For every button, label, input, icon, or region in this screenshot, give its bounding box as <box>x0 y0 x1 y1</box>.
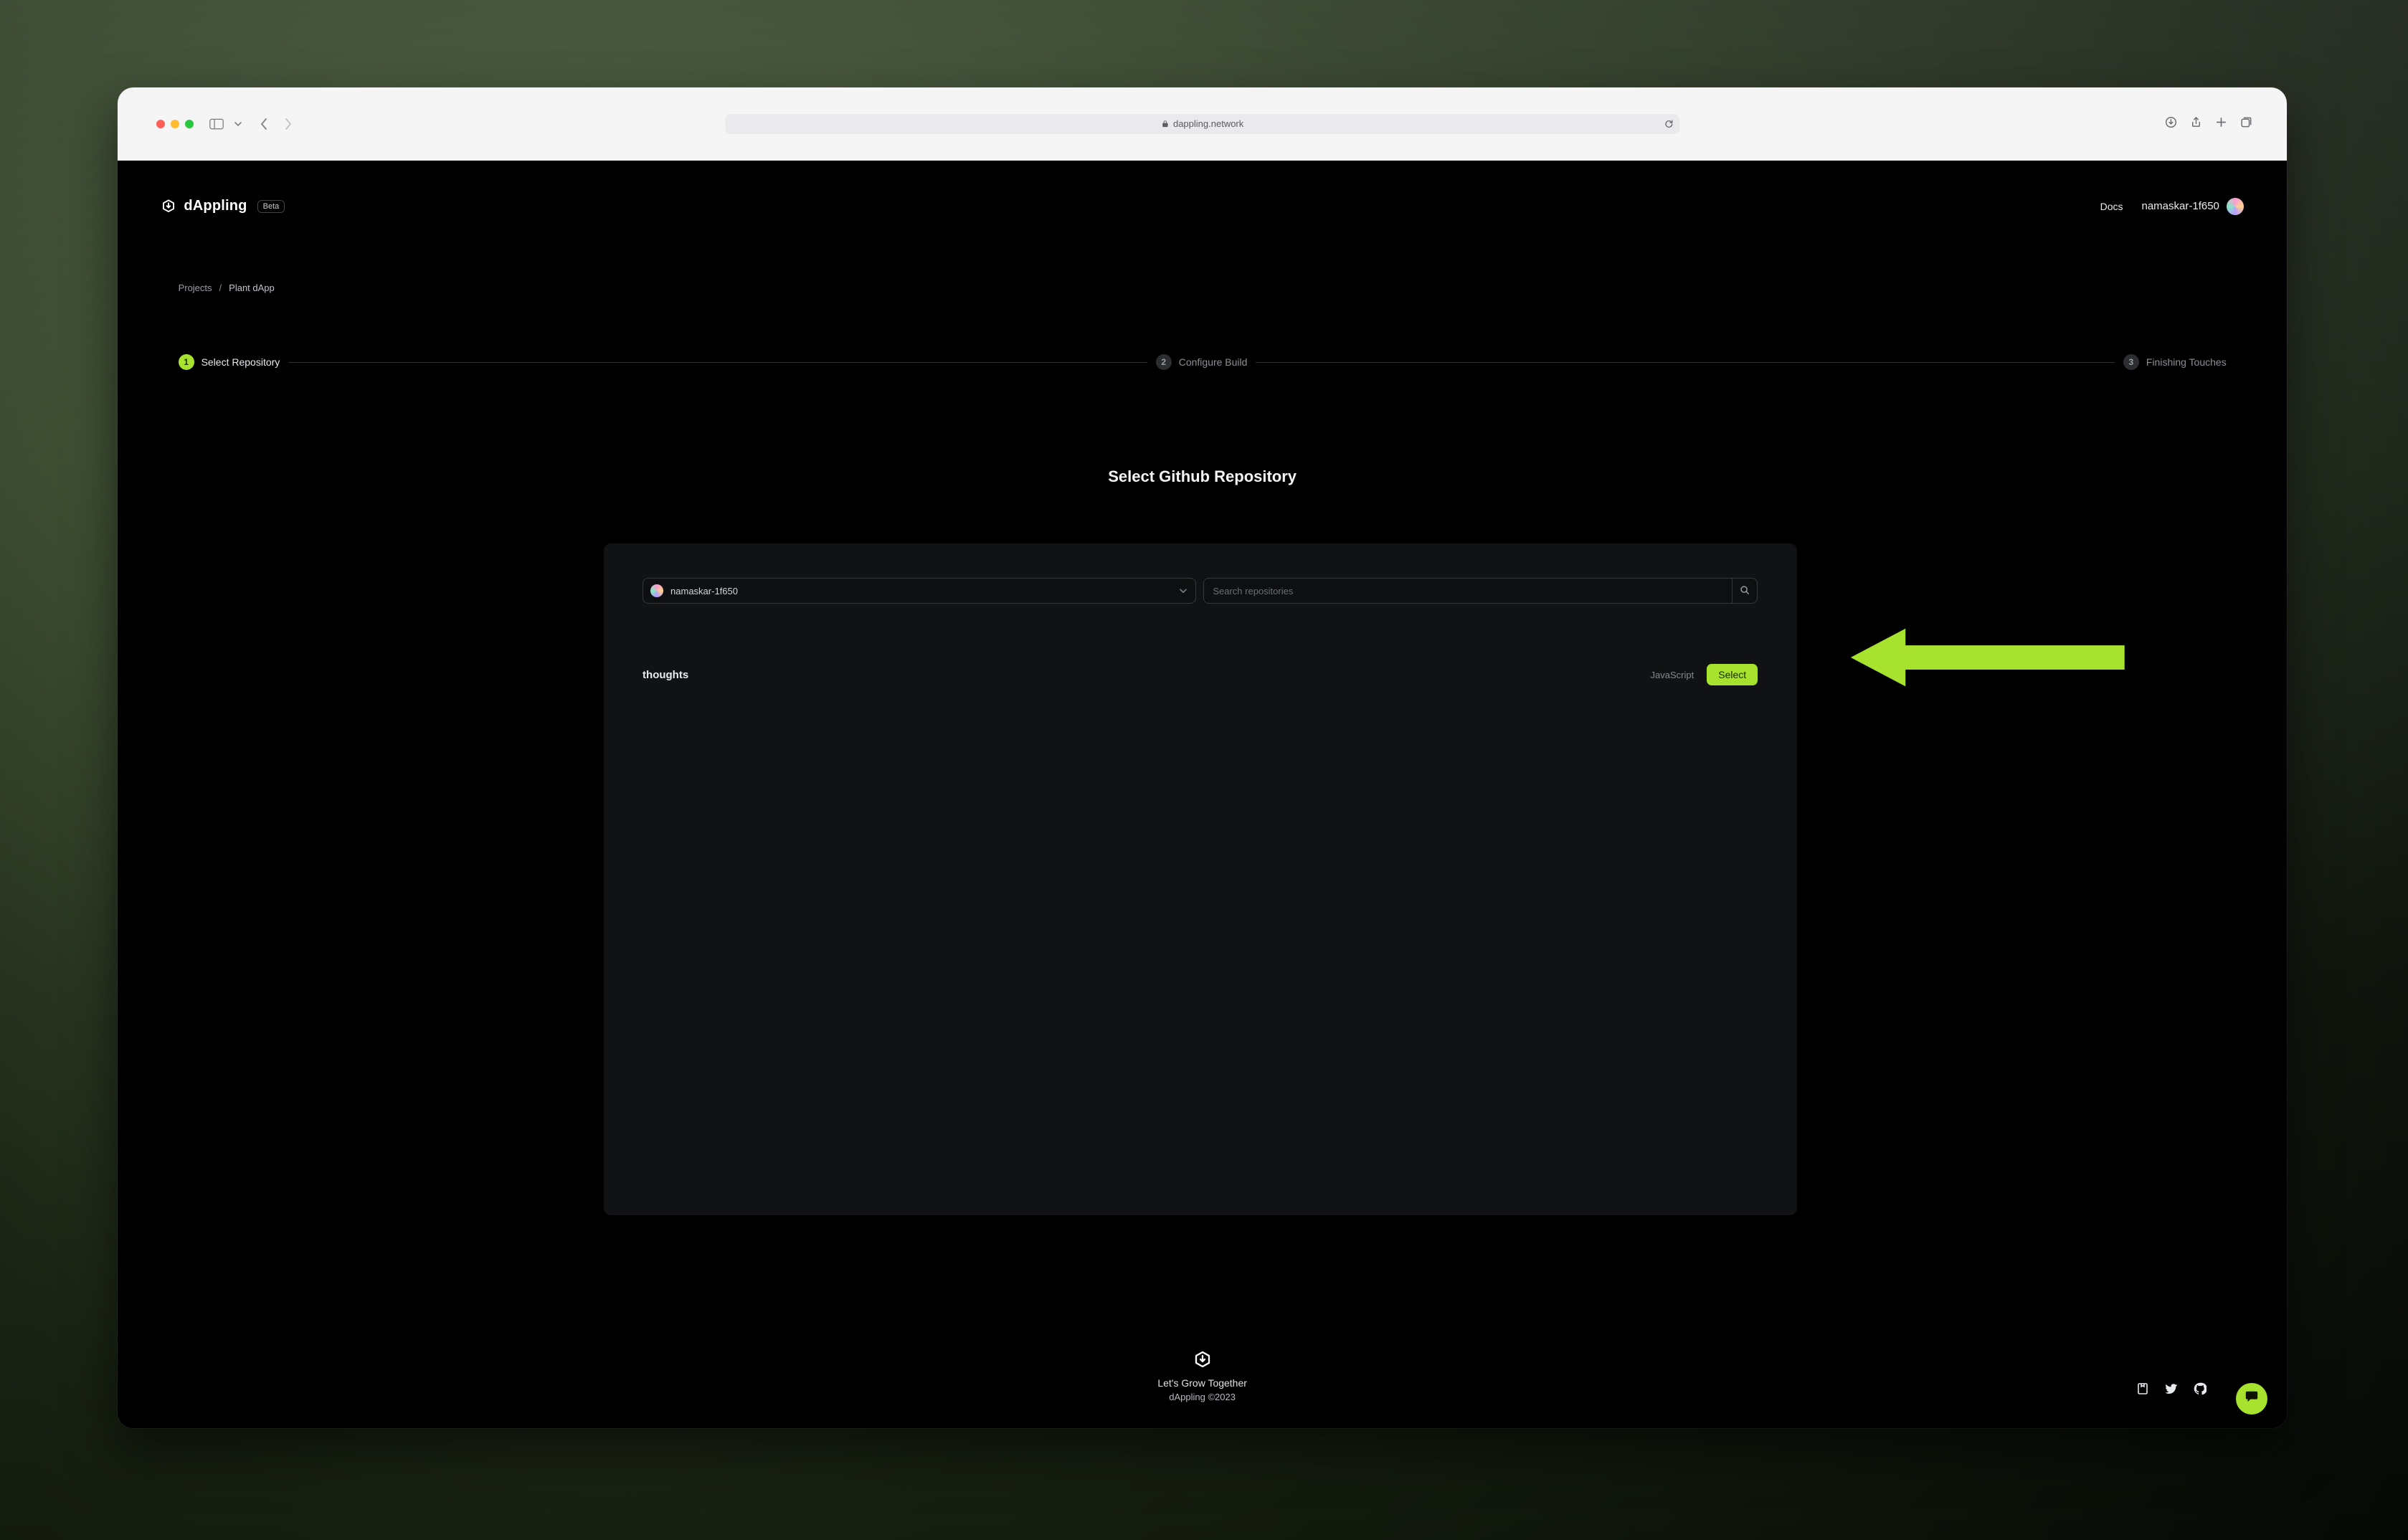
section-title: Select Github Repository <box>118 467 2288 486</box>
user-name: namaskar-1f650 <box>2142 200 2219 212</box>
org-select[interactable]: namaskar-1f650 <box>643 578 1196 604</box>
brand-name: dAppling <box>184 198 247 214</box>
address-bar[interactable]: dappling.network <box>725 114 1679 134</box>
window-minimize-button[interactable] <box>171 120 179 128</box>
step-label: Configure Build <box>1179 356 1248 368</box>
search-input[interactable] <box>1203 578 1732 604</box>
forward-icon[interactable] <box>281 118 295 130</box>
annotation-arrow-icon <box>1836 619 2140 695</box>
footer-copyright: dAppling ©2023 <box>1169 1392 1236 1402</box>
ui-chevron-down-icon[interactable] <box>234 118 242 130</box>
brand[interactable]: dAppling Beta <box>161 198 285 214</box>
sidebar-toggle-icon[interactable] <box>209 118 224 130</box>
step-connector <box>1256 362 2114 363</box>
step-configure-build[interactable]: 2 Configure Build <box>1156 354 1248 370</box>
search-icon <box>1740 585 1750 597</box>
user-menu[interactable]: namaskar-1f650 <box>2142 198 2244 215</box>
window-traffic-lights <box>156 120 194 128</box>
step-label: Finishing Touches <box>2146 356 2227 368</box>
toolbar-right <box>2165 116 2252 132</box>
support-chat-button[interactable] <box>2236 1383 2267 1415</box>
downloads-icon[interactable] <box>2165 116 2177 132</box>
chat-icon <box>2245 1389 2259 1407</box>
step-number: 1 <box>179 354 194 370</box>
org-avatar-icon <box>650 584 663 597</box>
new-tab-icon[interactable] <box>2215 116 2227 132</box>
browser-window: dappling.network <box>118 87 2288 1428</box>
step-connector <box>288 362 1147 363</box>
select-repo-button[interactable]: Select <box>1707 664 1758 685</box>
step-label: Select Repository <box>202 356 280 368</box>
back-icon[interactable] <box>257 118 271 130</box>
tab-overview-icon[interactable] <box>2240 116 2252 132</box>
address-url: dappling.network <box>1173 118 1243 129</box>
repo-panel: namaskar-1f650 <box>604 543 1797 1215</box>
step-number: 2 <box>1156 354 1172 370</box>
breadcrumb-separator: / <box>219 282 222 293</box>
stepper: 1 Select Repository 2 Configure Build 3 … <box>179 354 2227 370</box>
github-icon[interactable] <box>2194 1382 2206 1399</box>
footer-logo-icon <box>1193 1350 1213 1370</box>
app-surface: dAppling Beta Docs namaskar-1f650 Projec… <box>118 161 2288 1428</box>
footer-tagline: Let's Grow Together <box>1157 1377 1247 1389</box>
repo-language: JavaScript <box>1651 670 1694 680</box>
repo-row: thoughts JavaScript Select <box>643 664 1758 685</box>
breadcrumb-current: Plant dApp <box>229 282 275 293</box>
repo-name[interactable]: thoughts <box>643 669 688 681</box>
docs-icon[interactable] <box>2136 1382 2149 1399</box>
step-number: 3 <box>2123 354 2139 370</box>
window-close-button[interactable] <box>156 120 165 128</box>
brand-logo-icon <box>161 199 176 214</box>
org-name: namaskar-1f650 <box>670 586 738 596</box>
appbar: dAppling Beta Docs namaskar-1f650 <box>118 161 2288 252</box>
repo-search <box>1203 578 1758 604</box>
breadcrumb-root[interactable]: Projects <box>179 282 212 293</box>
toolbar-left <box>209 118 295 130</box>
lock-icon <box>1161 120 1169 128</box>
browser-titlebar: dappling.network <box>118 87 2288 161</box>
twitter-icon[interactable] <box>2165 1382 2178 1399</box>
chevron-down-icon <box>1178 586 1188 596</box>
reload-icon[interactable] <box>1664 119 1674 129</box>
search-button[interactable] <box>1732 578 1758 604</box>
nav-docs-link[interactable]: Docs <box>2100 201 2123 212</box>
beta-badge: Beta <box>257 200 285 213</box>
share-icon[interactable] <box>2190 116 2202 132</box>
avatar <box>2227 198 2244 215</box>
step-finishing-touches[interactable]: 3 Finishing Touches <box>2123 354 2227 370</box>
breadcrumb: Projects / Plant dApp <box>179 282 275 293</box>
window-zoom-button[interactable] <box>185 120 194 128</box>
step-select-repository[interactable]: 1 Select Repository <box>179 354 280 370</box>
footer-social <box>2136 1382 2206 1399</box>
footer: Let's Grow Together dAppling ©2023 <box>118 1212 2288 1428</box>
